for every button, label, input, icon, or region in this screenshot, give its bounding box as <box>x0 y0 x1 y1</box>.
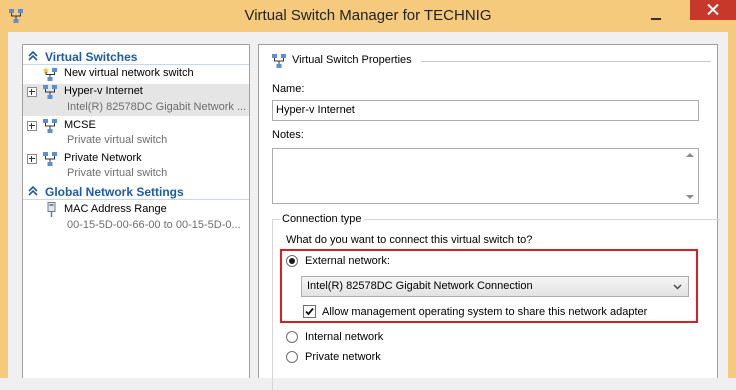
private-network-radio[interactable] <box>286 351 298 363</box>
virtual-switch-icon <box>272 54 286 68</box>
virtual-switch-icon <box>43 119 57 133</box>
new-switch-icon <box>42 67 57 81</box>
name-field[interactable]: Hyper-v Internet <box>272 100 699 121</box>
switch-name: Private Network <box>64 152 142 164</box>
virtual-switches-header[interactable]: Virtual Switches <box>23 48 249 65</box>
switch-name: Hyper-v Internet <box>64 85 143 97</box>
collapse-chevron-icon <box>28 51 38 61</box>
window-frame-right <box>728 32 736 378</box>
notes-scrollbar[interactable] <box>682 149 698 203</box>
window-frame-left <box>0 32 8 378</box>
close-icon <box>707 4 719 15</box>
properties-title: Virtual Switch Properties <box>292 54 412 66</box>
global-network-settings-header[interactable]: Global Network Settings <box>23 183 249 200</box>
checkmark-icon <box>305 307 314 316</box>
scroll-down-icon[interactable] <box>686 195 694 199</box>
switch-detail-row: Intel(R) 82578DC Gigabit Network ... <box>23 100 249 116</box>
switch-tree-pane: Virtual Switches New virtual network swi… <box>22 44 250 378</box>
allow-management-checkbox[interactable] <box>303 305 316 318</box>
minimize-button[interactable] <box>644 6 668 26</box>
connection-type-label: Connection type <box>280 213 364 225</box>
external-network-label[interactable]: External network: <box>305 255 390 267</box>
notes-field[interactable] <box>272 148 699 204</box>
switch-item-hyper-v-internet[interactable]: Hyper-v Internet <box>23 84 249 100</box>
mac-address-range-label: MAC Address Range <box>64 203 167 215</box>
switch-detail: Private virtual switch <box>67 167 168 179</box>
expand-icon[interactable] <box>27 154 37 164</box>
close-button[interactable] <box>690 0 736 20</box>
global-network-settings-label: Global Network Settings <box>45 185 184 199</box>
mac-address-range-item[interactable]: MAC Address Range <box>23 202 249 218</box>
window-title: Virtual Switch Manager for TECHNIG <box>244 7 492 24</box>
properties-header: Virtual Switch Properties <box>271 53 711 69</box>
internal-network-label[interactable]: Internal network <box>305 331 383 343</box>
new-switch-label: New virtual network switch <box>64 67 194 79</box>
private-network-label[interactable]: Private network <box>305 351 381 363</box>
new-switch-item[interactable]: New virtual network switch <box>23 66 249 82</box>
virtual-switches-label: Virtual Switches <box>45 50 138 64</box>
network-adapter-select[interactable]: Intel(R) 82578DC Gigabit Network Connect… <box>301 276 689 297</box>
external-network-radio[interactable] <box>286 255 298 267</box>
virtual-switch-icon <box>43 152 57 166</box>
mac-address-range-value: 00-15-5D-00-66-00 to 00-15-5D-0... <box>67 219 241 231</box>
switch-name: MCSE <box>64 119 96 131</box>
expand-icon[interactable] <box>27 121 37 131</box>
virtual-switch-icon <box>43 85 57 99</box>
internal-network-radio[interactable] <box>286 331 298 343</box>
title-bar: Virtual Switch Manager for TECHNIG <box>0 0 736 32</box>
notes-label: Notes: <box>272 129 304 141</box>
name-label: Name: <box>272 83 305 95</box>
switch-detail: Intel(R) 82578DC Gigabit Network ... <box>67 101 247 113</box>
expand-icon[interactable] <box>27 87 37 97</box>
connection-question: What do you want to connect this virtual… <box>286 234 533 246</box>
collapse-chevron-icon <box>28 186 38 196</box>
allow-management-label[interactable]: Allow management operating system to sha… <box>322 306 647 318</box>
network-adapter-icon <box>47 202 56 217</box>
scroll-up-icon[interactable] <box>686 153 694 157</box>
name-value: Hyper-v Internet <box>276 104 355 116</box>
switch-item-private-network[interactable]: Private Network <box>23 151 249 167</box>
network-adapter-value: Intel(R) 82578DC Gigabit Network Connect… <box>307 280 533 292</box>
switch-detail: Private virtual switch <box>67 134 168 146</box>
switch-item-mcse[interactable]: MCSE <box>23 118 249 134</box>
chevron-down-icon <box>673 284 682 290</box>
